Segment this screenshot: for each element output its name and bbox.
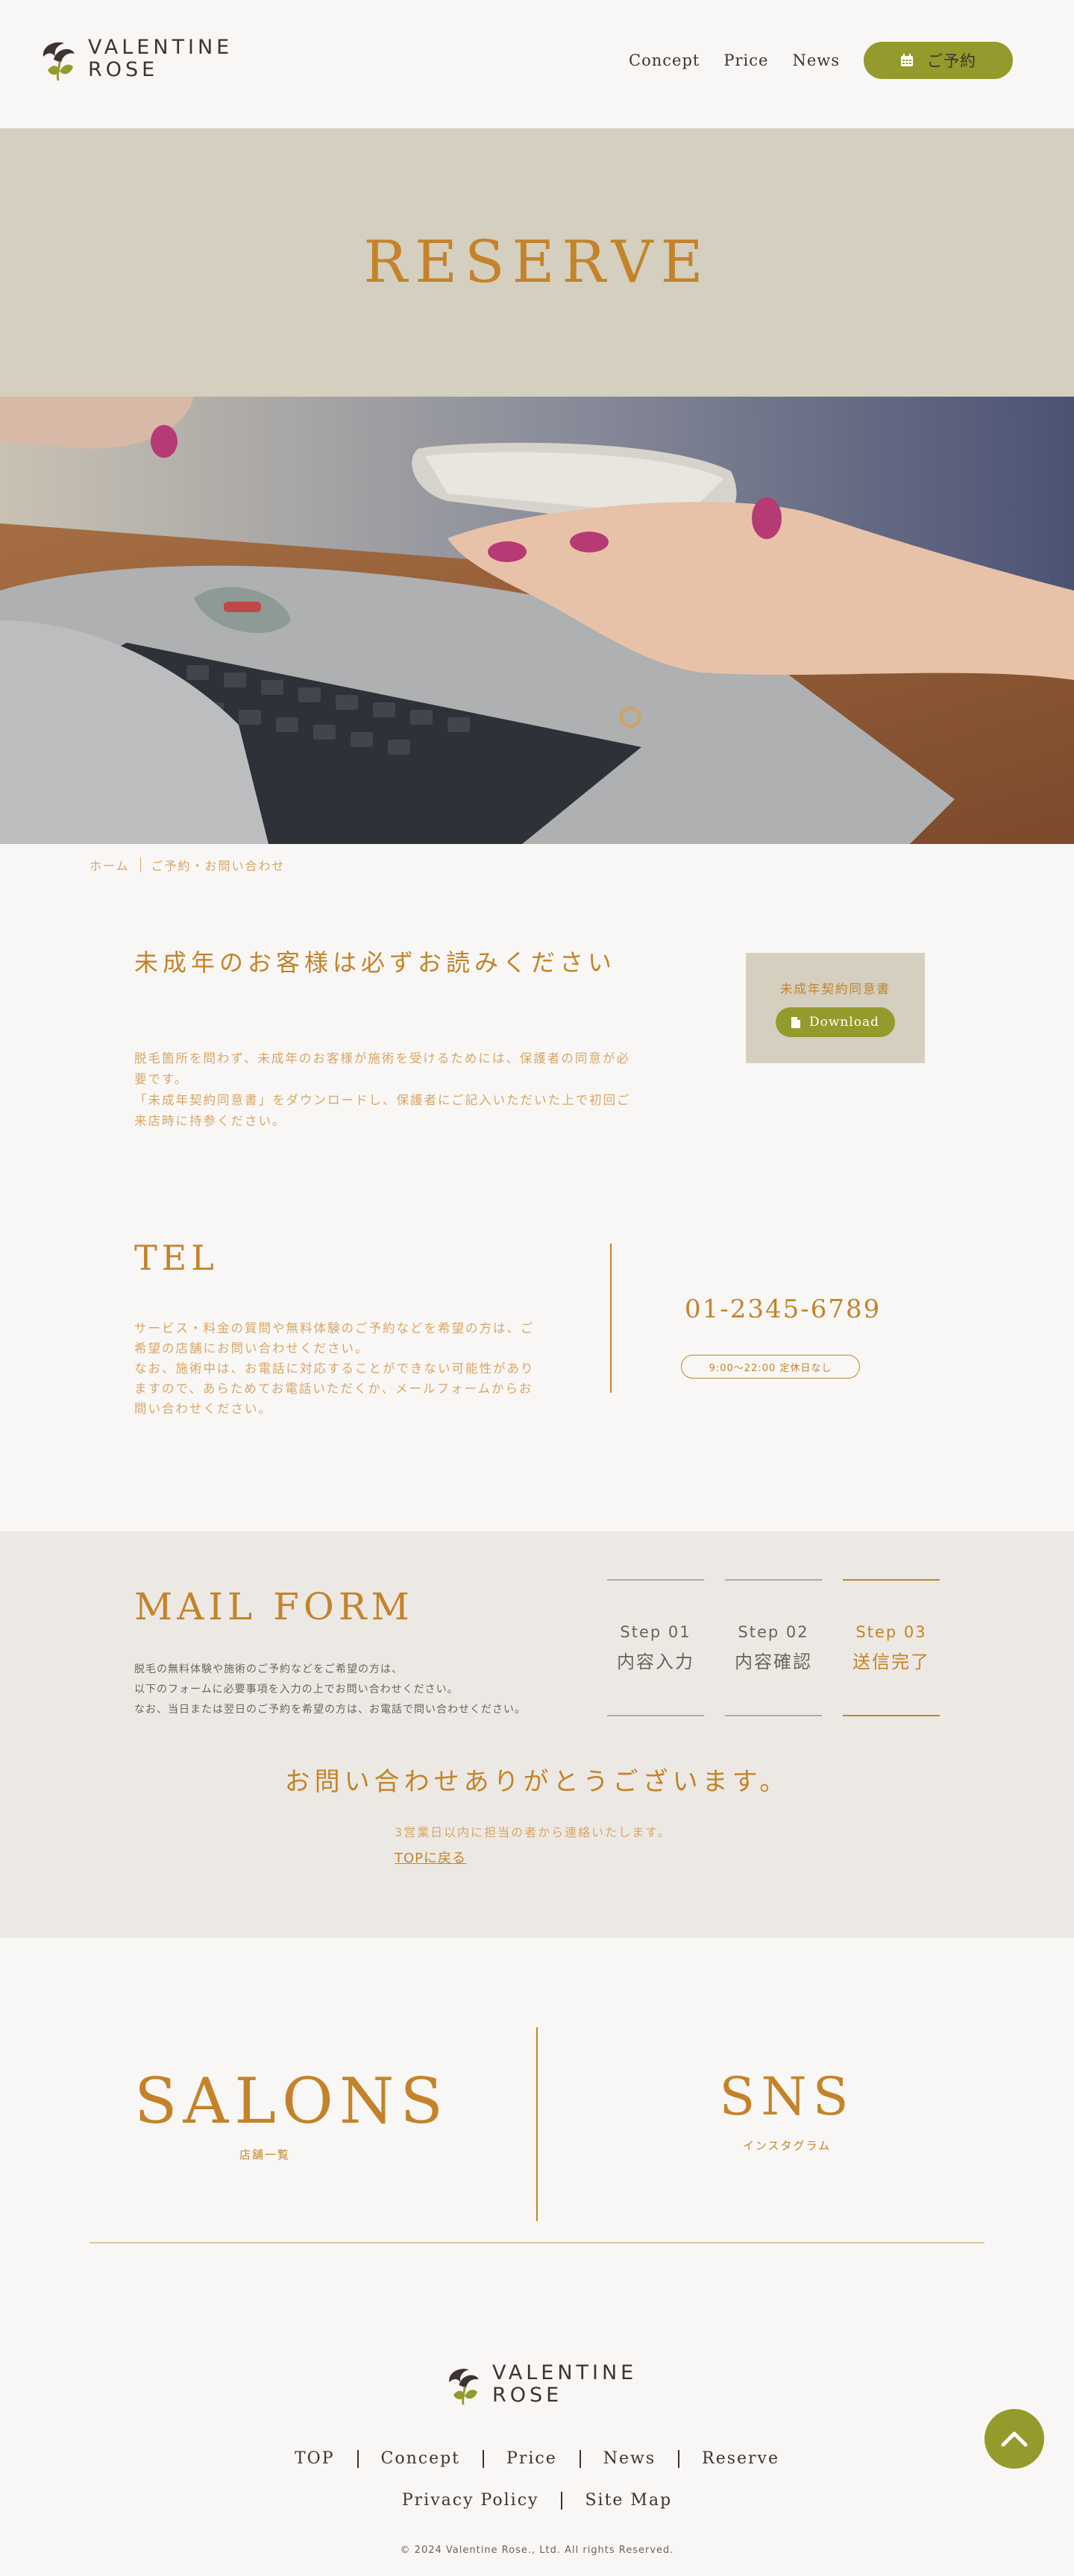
minors-text-line: 来店時に持参ください。 [134,1114,286,1128]
salons-sns-section: SALONS 店舗一覧 SNS インスタグラム [0,1938,1074,2257]
breadcrumb-current: ご予約・お問い合わせ [151,859,286,873]
mail-form-intro: 脱毛の無料体験や施術のご予約などをご希望の方は、 以下のフォームに必要事項を入力… [134,1660,526,1720]
reserve-button-label: ご予約 [927,52,976,70]
step-input: Step 01 内容入力 [607,1579,704,1716]
step-number: Step 02 [738,1622,809,1641]
page-title: RESERVE [363,229,711,296]
footer-nav-concept[interactable]: Concept [381,2449,461,2468]
step-label: 送信完了 [852,1651,930,1672]
tel-title: TEL [134,1238,219,1278]
download-button[interactable]: Download [776,1007,895,1037]
step-complete: Step 03 送信完了 [843,1579,940,1716]
tel-section: TEL サービス・料金の質問や無料体験のご予約などを希望の方は、ご 希望の店舗に… [0,1169,1074,1531]
step-number: Step 03 [855,1622,927,1641]
site-footer: VALENTINE ROSE TOP Concept Price News Re… [0,2257,1074,2576]
step-label: 内容確認 [735,1651,812,1672]
footer-nav-secondary: Privacy Policy Site Map [0,2491,1074,2510]
footer-nav-top[interactable]: TOP [295,2449,335,2468]
tel-text-line: 問い合わせください。 [134,1402,272,1416]
phone-laptop-illustration [0,397,1074,844]
salons-link[interactable]: SALONS 店舗一覧 [134,2065,449,2162]
logo-line-2: ROSE [88,58,159,81]
footer-nav-primary: TOP Concept Price News Reserve [0,2449,1074,2468]
page-top-button[interactable] [984,2409,1044,2469]
step-label: 内容入力 [617,1651,694,1672]
footer-nav-separator [561,2491,563,2510]
footer-nav-reserve[interactable]: Reserve [702,2449,779,2468]
footer-nav-price[interactable]: Price [506,2449,557,2468]
minors-title: 未成年のお客様は必ずお読みください [134,948,617,977]
file-icon [791,1016,800,1028]
phone-number[interactable]: 01-2345-6789 [685,1294,881,1324]
logo-line-1: VALENTINE [88,36,233,59]
tel-text-line: 希望の店舗にお問い合わせください。 [134,1341,369,1355]
nav-price[interactable]: Price [723,51,768,69]
download-button-label: Download [808,1015,880,1030]
consent-download-box: 未成年契約同意書 Download [746,953,925,1063]
footer-logo-text: VALENTINE ROSE [492,2362,637,2407]
nav-news[interactable]: News [792,51,840,69]
reply-notice: 3営業日以内に担当の者から連絡いたします。 [395,1825,671,1839]
footer-nav-sitemap[interactable]: Site Map [585,2491,672,2510]
calendar-icon [901,54,913,66]
mail-form-section: MAIL FORM 脱毛の無料体験や施術のご予約などをご希望の方は、 以下のフォ… [0,1531,1074,1938]
back-to-top-link[interactable]: TOPに戻る [395,1848,466,1867]
salons-subtitle: 店舗一覧 [239,2148,290,2161]
tel-text: サービス・料金の質問や無料体験のご予約などを希望の方は、ご 希望の店舗にお問い合… [134,1318,567,1419]
tel-text-line: サービス・料金の質問や無料体験のご予約などを希望の方は、ご [134,1321,535,1335]
rose-logo-icon [449,2369,479,2405]
sns-title: SNS [719,2066,855,2127]
sns-link[interactable]: SNS インスタグラム [671,2065,902,2153]
step-confirm: Step 02 内容確認 [725,1579,822,1716]
mail-intro-line: 以下のフォームに必要事項を入力の上でお問い合わせください。 [134,1684,459,1695]
minors-text: 脱毛箇所を問わず、未成年のお客様が施術を受けるためには、保護者の同意が必 要です… [134,1048,671,1132]
mail-intro-line: 脱毛の無料体験や施術のご予約などをご希望の方は、 [134,1663,403,1675]
logo-line-2: ROSE [492,2384,563,2407]
links-divider [536,2027,538,2221]
chevron-up-icon [1001,2431,1028,2447]
minors-text-line: 要です。 [134,1072,189,1086]
logo-text: VALENTINE ROSE [88,37,233,81]
mail-intro-line: なお、当日または翌日のご予約を希望の方は、お電話で問い合わせください。 [134,1704,526,1716]
thank-you-message: お問い合わせありがとうございます。 [284,1767,790,1797]
nav-concept[interactable]: Concept [629,51,700,69]
consent-form-title: 未成年契約同意書 [780,982,891,996]
sns-subtitle: インスタグラム [742,2139,832,2153]
tel-divider [610,1244,612,1393]
breadcrumb: ホーム ご予約・お問い合わせ [0,844,1074,886]
tel-text-line: なお、施術中は、お電話に対応することができない可能性があり [134,1361,535,1376]
footer-nav-separator [357,2449,359,2468]
business-hours-badge: 9:00〜22:00 定休日なし [681,1355,860,1379]
minors-notice-section: 未成年のお客様は必ずお読みください 脱毛箇所を問わず、未成年のお客様が施術を受け… [0,886,1074,1169]
copyright: © 2024 Valentine Rose., Ltd. All rights … [400,2545,674,2556]
global-nav: Concept Price News ご予約 [629,42,1037,79]
footer-nav-separator [483,2449,485,2468]
step-number: Step 01 [620,1622,691,1641]
form-steps: Step 01 内容入力 Step 02 内容確認 Step 03 送信完了 [607,1579,961,1716]
logo-line-1: VALENTINE [492,2361,638,2384]
section-divider [90,2242,984,2243]
minors-text-line: 脱毛箇所を問わず、未成年のお客様が施術を受けるためには、保護者の同意が必 [134,1051,630,1065]
footer-nav-separator [678,2449,680,2468]
tel-text-line: ますので、あらためてお電話いただくか、メールフォームからお [134,1382,533,1396]
breadcrumb-separator [139,857,141,872]
mail-form-title: MAIL FORM [134,1585,414,1628]
breadcrumb-home[interactable]: ホーム [90,856,130,874]
page-hero: RESERVE [0,128,1074,397]
minors-text-line: 「未成年契約同意書」をダウンロードし、保護者にご記入いただいた上で初回ご [134,1093,631,1107]
footer-nav-privacy[interactable]: Privacy Policy [402,2491,539,2510]
footer-nav-news[interactable]: News [603,2449,656,2468]
hero-photo [0,397,1074,844]
salons-title: SALONS [134,2065,449,2138]
rose-logo-icon [43,42,75,81]
footer-logo[interactable]: VALENTINE ROSE [443,2361,637,2407]
site-logo[interactable]: VALENTINE ROSE [37,34,233,84]
footer-nav-separator [579,2449,581,2468]
site-header: VALENTINE ROSE Concept Price News ご予約 [0,0,1074,128]
reserve-button[interactable]: ご予約 [864,42,1013,79]
